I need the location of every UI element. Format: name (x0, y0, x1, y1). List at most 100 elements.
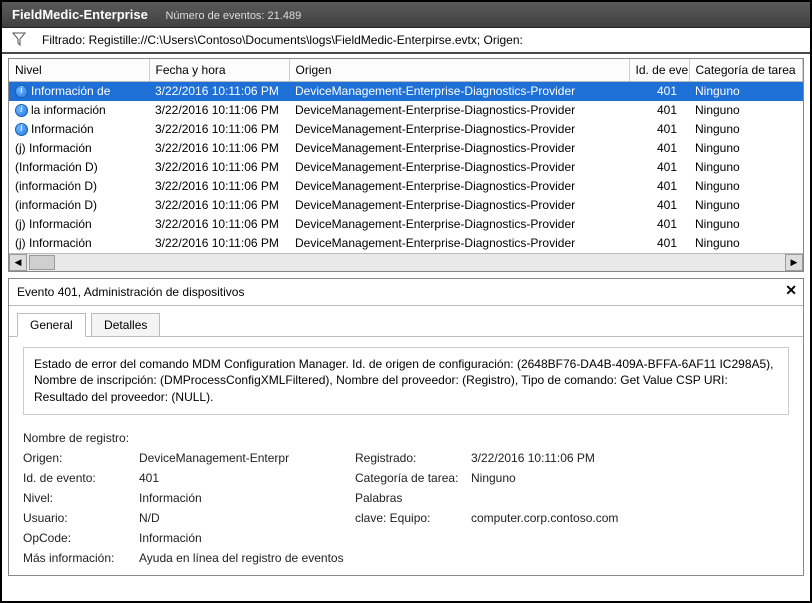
scroll-right-arrow[interactable]: ▶ (785, 254, 803, 271)
cell-event-id: 401 (629, 196, 689, 215)
cell-level-text: (información D) (15, 198, 97, 212)
cell-origin: DeviceManagement-Enterprise-Diagnostics-… (289, 196, 629, 215)
value-level: Información (139, 491, 349, 505)
table-row[interactable]: (j) Información 3/22/2016 10:11:06 PMDevi… (9, 215, 803, 234)
cell-datetime: 3/22/2016 10:11:06 PM (149, 139, 289, 158)
cell-level: (j) Información (9, 234, 149, 253)
value-event-id: 401 (139, 471, 349, 485)
desc-line3: Resultado del proveedor: (NULL). (34, 389, 778, 406)
horizontal-scrollbar[interactable]: ◀ ▶ (9, 253, 803, 271)
cell-level-text: (j) Información (15, 236, 92, 250)
information-icon (15, 123, 28, 136)
label-computer: clave: Equipo: (355, 511, 465, 525)
cell-event-id: 401 (629, 158, 689, 177)
label-log-name: Nombre de registro: (23, 431, 133, 445)
cell-event-id: 401 (629, 120, 689, 139)
cell-origin: DeviceManagement-Enterprise-Diagnostics-… (289, 82, 629, 101)
cell-origin: DeviceManagement-Enterprise-Diagnostics-… (289, 234, 629, 253)
cell-level: (j) Información (9, 215, 149, 234)
filter-icon[interactable] (8, 32, 30, 49)
cell-category: Ninguno (689, 234, 803, 253)
scroll-left-arrow[interactable]: ◀ (9, 254, 27, 271)
cell-event-id: 401 (629, 177, 689, 196)
value-user: N/D (139, 511, 349, 525)
tab-details[interactable]: Detalles (91, 313, 160, 336)
label-level: Nivel: (23, 491, 133, 505)
table-row[interactable]: (información D) 3/22/2016 10:11:06 PMDevi… (9, 196, 803, 215)
col-header-origin[interactable]: Origen (289, 59, 629, 82)
col-header-level[interactable]: Nivel (9, 59, 149, 82)
cell-category: Ninguno (689, 215, 803, 234)
table-row[interactable]: (j) Información 3/22/2016 10:11:06 PMDevi… (9, 234, 803, 253)
event-count-label: Número de eventos: 21.489 (165, 10, 301, 22)
cell-datetime: 3/22/2016 10:11:06 PM (149, 196, 289, 215)
value-more-info[interactable]: Ayuda en línea del registro de eventos (139, 551, 789, 565)
cell-datetime: 3/22/2016 10:11:06 PM (149, 215, 289, 234)
cell-level: Información (9, 120, 149, 139)
table-row[interactable]: (j) Información3/22/2016 10:11:06 PMDevi… (9, 139, 803, 158)
scroll-thumb[interactable] (29, 255, 55, 270)
label-opcode: OpCode: (23, 531, 133, 545)
col-header-event-id[interactable]: Id. de evento (629, 59, 689, 82)
label-registered: Registrado: (355, 451, 465, 465)
detail-header: Evento 401, Administración de dispositiv… (9, 279, 803, 306)
title-bar: FieldMedic-Enterprise Número de eventos:… (2, 2, 810, 28)
cell-origin: DeviceManagement-Enterprise-Diagnostics-… (289, 177, 629, 196)
cell-level-text: (j) Información (15, 217, 92, 231)
label-event-id: Id. de evento: (23, 471, 133, 485)
table-row[interactable]: (Información D)3/22/2016 10:11:06 PMDevi… (9, 158, 803, 177)
value-log-name (139, 431, 789, 445)
value-task-cat: Ninguno (471, 471, 789, 485)
table-row[interactable]: la información3/22/2016 10:11:06 PMDevic… (9, 101, 803, 120)
cell-level-text: la información (31, 103, 106, 117)
cell-datetime: 3/22/2016 10:11:06 PM (149, 101, 289, 120)
event-description-box: Estado de error del comando MDM Configur… (23, 347, 789, 415)
event-grid-container: Nivel Fecha y hora Origen Id. de evento … (8, 58, 804, 272)
col-header-datetime[interactable]: Fecha y hora (149, 59, 289, 82)
value-opcode: Información (139, 531, 789, 545)
value-keywords (471, 491, 789, 505)
value-registered: 3/22/2016 10:11:06 PM (471, 451, 789, 465)
table-row[interactable]: (información D)3/22/2016 10:11:06 PMDevi… (9, 177, 803, 196)
cell-level: (información D) (9, 196, 149, 215)
cell-category: Ninguno (689, 101, 803, 120)
filter-text: Filtrado: Registille://C:\Users\Contoso\… (42, 33, 523, 47)
label-more-info: Más información: (23, 551, 133, 565)
cell-level-text: (información D) (15, 179, 97, 193)
cell-origin: DeviceManagement-Enterprise-Diagnostics-… (289, 120, 629, 139)
col-header-category[interactable]: Categoría de tarea (689, 59, 803, 82)
information-icon (15, 104, 28, 117)
cell-level: la información (9, 101, 149, 120)
filter-bar: Filtrado: Registille://C:\Users\Contoso\… (2, 28, 810, 54)
event-grid[interactable]: Nivel Fecha y hora Origen Id. de evento … (9, 59, 803, 253)
cell-category: Ninguno (689, 177, 803, 196)
cell-level-text: Información (31, 122, 94, 136)
table-row[interactable]: Información de3/22/2016 10:11:06 PMDevic… (9, 82, 803, 101)
value-computer: computer.corp.contoso.com (471, 511, 789, 525)
cell-category: Ninguno (689, 196, 803, 215)
close-icon[interactable]: ✕ (785, 282, 797, 299)
detail-tabstrip: General Detalles (9, 306, 803, 337)
cell-origin: DeviceManagement-Enterprise-Diagnostics-… (289, 139, 629, 158)
cell-event-id: 401 (629, 101, 689, 120)
cell-event-id: 401 (629, 234, 689, 253)
cell-datetime: 3/22/2016 10:11:06 PM (149, 120, 289, 139)
cell-level: (j) Información (9, 139, 149, 158)
cell-event-id: 401 (629, 139, 689, 158)
cell-level-text: (Información D) (15, 160, 98, 174)
cell-origin: DeviceManagement-Enterprise-Diagnostics-… (289, 158, 629, 177)
table-row[interactable]: Información 3/22/2016 10:11:06 PMDeviceMa… (9, 120, 803, 139)
tab-general[interactable]: General (17, 313, 86, 337)
value-origin: DeviceManagement-Enterpr (139, 451, 349, 465)
cell-category: Ninguno (689, 139, 803, 158)
label-keywords: Palabras (355, 491, 465, 505)
information-icon (15, 85, 28, 98)
cell-datetime: 3/22/2016 10:11:06 PM (149, 82, 289, 101)
cell-category: Ninguno (689, 120, 803, 139)
cell-event-id: 401 (629, 215, 689, 234)
cell-datetime: 3/22/2016 10:11:06 PM (149, 234, 289, 253)
cell-origin: DeviceManagement-Enterprise-Diagnostics-… (289, 215, 629, 234)
grid-header-row[interactable]: Nivel Fecha y hora Origen Id. de evento … (9, 59, 803, 82)
cell-level: Información de (9, 82, 149, 101)
detail-title: Evento 401, Administración de dispositiv… (17, 285, 244, 299)
